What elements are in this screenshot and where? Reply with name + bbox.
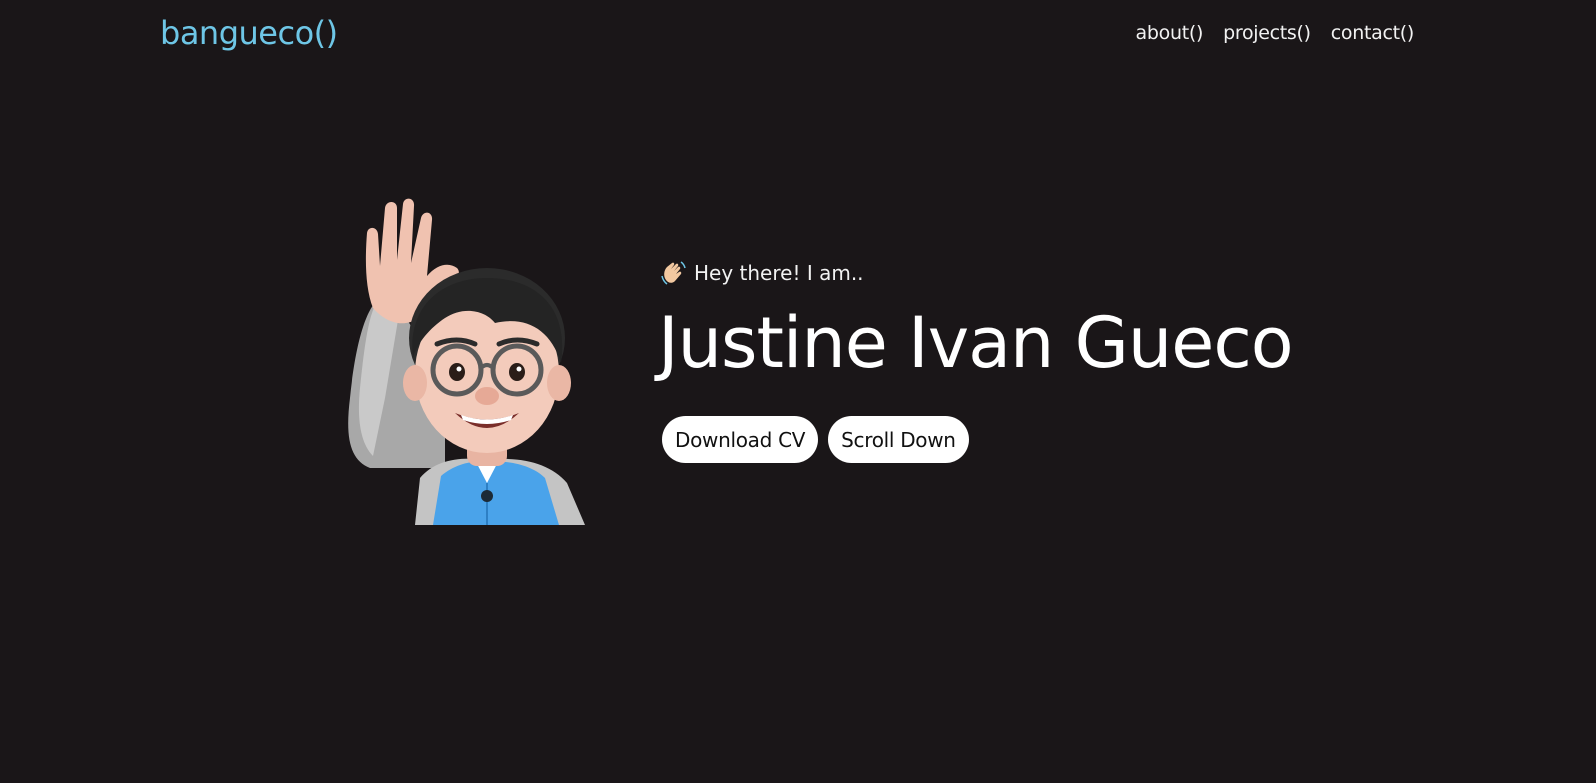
avatar-image <box>348 198 585 525</box>
nav-link-contact[interactable]: contact() <box>1331 22 1415 44</box>
nav-link-about[interactable]: about() <box>1136 22 1204 44</box>
scroll-down-button[interactable]: Scroll Down <box>828 416 969 463</box>
hero-name-heading: Justine Ivan Gueco <box>658 302 1294 384</box>
hero-greeting: Hey there! I am.. <box>660 260 864 286</box>
brand-logo-link[interactable]: bangueco() <box>160 14 338 52</box>
main-nav: about() projects() contact() <box>1136 22 1415 44</box>
greeting-text: Hey there! I am.. <box>694 261 864 285</box>
hero-actions: Download CV Scroll Down <box>662 416 969 463</box>
top-navbar: bangueco() about() projects() contact() <box>0 0 1596 72</box>
nav-link-projects[interactable]: projects() <box>1223 22 1311 44</box>
download-cv-button[interactable]: Download CV <box>662 416 819 463</box>
portfolio-page: bangueco() about() projects() contact() <box>0 0 1596 783</box>
waving-hand-icon <box>661 261 686 285</box>
